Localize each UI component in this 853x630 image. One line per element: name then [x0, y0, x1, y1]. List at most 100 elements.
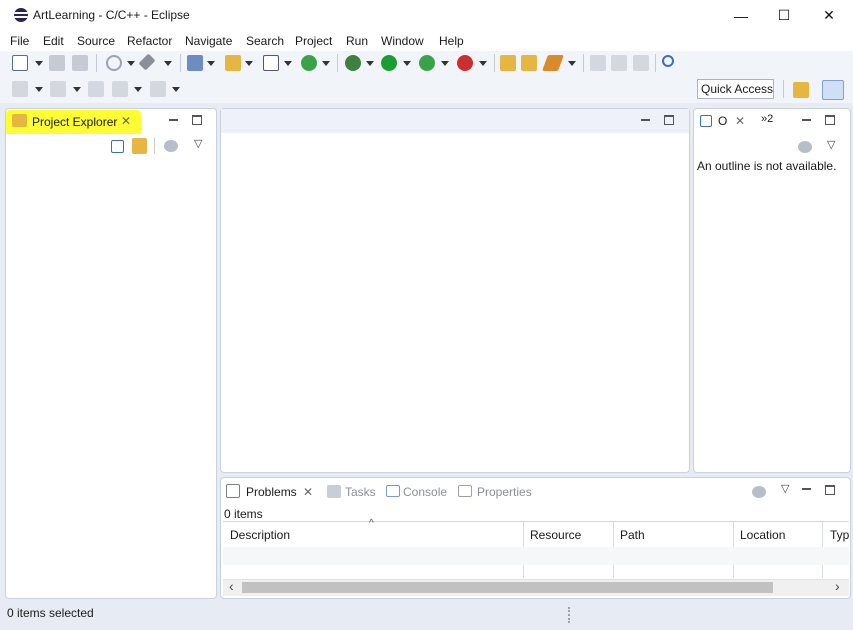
quick-access-input[interactable]: Quick Access [697, 79, 774, 99]
build-dropdown-icon[interactable] [164, 61, 172, 66]
open-element-icon[interactable] [521, 55, 537, 71]
table-row [223, 547, 849, 565]
maximize-problems-icon[interactable] [825, 485, 835, 495]
next-annotation-icon[interactable] [12, 81, 28, 97]
column-resource[interactable]: Resource [530, 528, 581, 542]
new-folder-dropdown-icon[interactable] [245, 61, 253, 66]
coverage-dropdown-icon[interactable] [441, 61, 449, 66]
new-c-project-dropdown-icon[interactable] [207, 61, 215, 66]
tab-problems[interactable]: Problems [246, 485, 297, 499]
tab-outline[interactable]: O [718, 114, 727, 128]
build-config-icon[interactable] [106, 55, 122, 71]
external-tools-icon[interactable] [457, 55, 473, 71]
link-with-editor-icon[interactable] [132, 138, 147, 154]
scroll-right-icon[interactable]: › [835, 578, 840, 594]
back-icon[interactable] [112, 81, 128, 97]
previous-annotation-icon[interactable] [50, 81, 66, 97]
search-dropdown-icon[interactable] [568, 61, 576, 66]
maximize-outline-icon[interactable] [825, 115, 835, 125]
back-dropdown-icon[interactable] [134, 87, 142, 92]
menu-refactor[interactable]: Refactor [127, 34, 172, 48]
forward-icon[interactable] [150, 81, 166, 97]
toolbar-separator [96, 54, 97, 72]
minimize-editor-icon[interactable] [641, 119, 650, 121]
debug-icon[interactable] [345, 55, 361, 71]
problems-icon [226, 484, 240, 498]
menu-navigate[interactable]: Navigate [185, 34, 232, 48]
new-c-file-dropdown-icon[interactable] [284, 61, 292, 66]
outline-filters-icon[interactable] [798, 141, 812, 153]
close-window-button[interactable]: ✕ [806, 0, 852, 31]
maximize-view-icon[interactable] [192, 115, 202, 125]
open-perspective-icon[interactable] [793, 82, 809, 98]
new-class-dropdown-icon[interactable] [322, 61, 330, 66]
menu-search[interactable]: Search [246, 34, 284, 48]
menu-run[interactable]: Run [346, 34, 368, 48]
search-icon[interactable] [542, 55, 564, 71]
new-folder-icon[interactable] [225, 55, 241, 71]
save-icon[interactable] [49, 55, 65, 71]
column-path[interactable]: Path [620, 528, 645, 542]
scroll-left-icon[interactable]: ‹ [229, 578, 234, 594]
new-c-file-icon[interactable] [263, 55, 279, 71]
column-location[interactable]: Location [740, 528, 785, 542]
save-all-icon[interactable] [72, 55, 88, 71]
menu-file[interactable]: File [10, 34, 29, 48]
tab-project-explorer[interactable]: Project Explorer [32, 115, 117, 129]
tab-properties[interactable]: Properties [477, 485, 532, 499]
show-whitespace-icon[interactable] [633, 55, 649, 71]
minimize-outline-icon[interactable] [802, 119, 811, 121]
close-outline-icon[interactable]: ✕ [735, 114, 745, 128]
debug-dropdown-icon[interactable] [366, 61, 374, 66]
filters-icon[interactable] [164, 140, 178, 152]
toggle-block-selection-icon[interactable] [611, 55, 627, 71]
problems-filters-icon[interactable] [752, 486, 766, 498]
toolbar-separator [154, 138, 155, 154]
column-description[interactable]: Description [230, 528, 290, 542]
outline-view-menu-icon[interactable]: ▽ [827, 138, 835, 151]
maximize-editor-icon[interactable] [664, 115, 674, 125]
new-dropdown-icon[interactable] [35, 61, 43, 66]
minimize-problems-icon[interactable] [802, 488, 811, 490]
menu-project[interactable]: Project [295, 34, 332, 48]
minimize-button[interactable]: — [718, 0, 764, 31]
tab-tasks[interactable]: Tasks [345, 485, 376, 499]
pin-icon[interactable] [662, 55, 674, 67]
view-menu-icon[interactable]: ▽ [194, 137, 202, 150]
menu-window[interactable]: Window [381, 34, 424, 48]
problems-view-menu-icon[interactable]: ▽ [781, 482, 789, 495]
editor-area [220, 108, 690, 473]
close-problems-icon[interactable]: ✕ [303, 485, 313, 499]
forward-dropdown-icon[interactable] [172, 87, 180, 92]
build-config-dropdown-icon[interactable] [127, 61, 135, 66]
close-project-explorer-icon[interactable]: ✕ [121, 114, 131, 128]
collapse-all-icon[interactable] [111, 140, 124, 153]
open-type-icon[interactable] [500, 55, 516, 71]
run-icon[interactable] [381, 55, 397, 71]
menu-help[interactable]: Help [439, 34, 464, 48]
external-tools-dropdown-icon[interactable] [479, 61, 487, 66]
menu-edit[interactable]: Edit [43, 34, 64, 48]
new-c-project-icon[interactable] [187, 55, 203, 71]
tab-console[interactable]: Console [403, 485, 447, 499]
last-edit-location-icon[interactable] [88, 81, 104, 97]
maximize-button[interactable]: ☐ [761, 0, 807, 31]
editor-tab-strip [221, 109, 689, 133]
minimize-view-icon[interactable] [169, 119, 178, 121]
toggle-mark-occurrences-icon[interactable] [590, 55, 606, 71]
coverage-icon[interactable] [419, 55, 435, 71]
column-type[interactable]: Typ [830, 528, 849, 542]
scrollbar-thumb[interactable] [242, 582, 773, 593]
hammer-build-icon[interactable] [138, 53, 156, 71]
run-dropdown-icon[interactable] [403, 61, 411, 66]
previous-annotation-dropdown-icon[interactable] [73, 87, 81, 92]
sort-indicator-icon: ^ [369, 518, 374, 529]
menu-source[interactable]: Source [77, 34, 115, 48]
project-explorer-panel [5, 108, 217, 599]
next-annotation-dropdown-icon[interactable] [35, 87, 43, 92]
more-views-icon[interactable]: »2 [761, 113, 773, 125]
new-class-icon[interactable] [301, 55, 317, 71]
outline-icon [700, 115, 712, 127]
c-cpp-perspective-icon[interactable] [822, 80, 844, 100]
new-icon[interactable] [12, 55, 28, 71]
